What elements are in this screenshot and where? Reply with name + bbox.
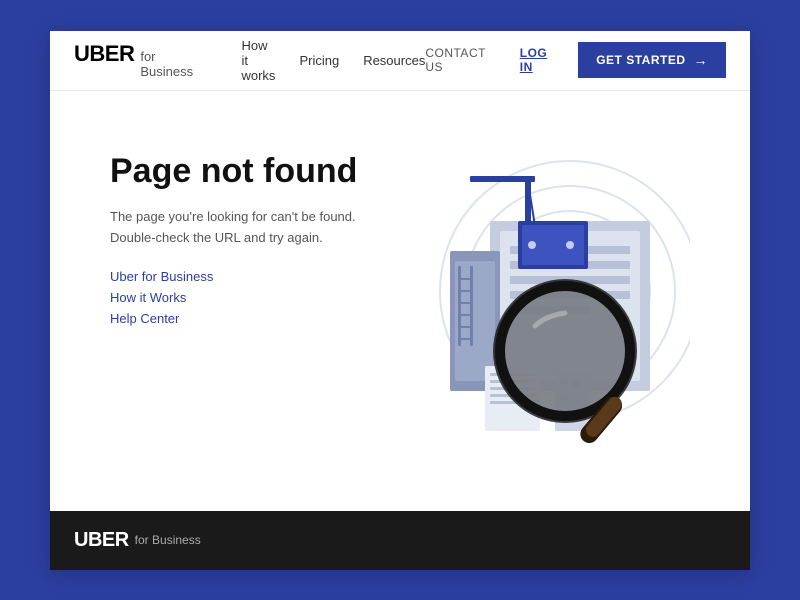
footer-logo-uber: UBER: [74, 529, 129, 552]
footer: UBER for Business: [50, 511, 750, 570]
nav-how-it-works[interactable]: How it works: [241, 38, 275, 83]
contact-us-link[interactable]: CONTACT US: [425, 46, 503, 74]
page-description: The page you're looking for can't be fou…: [110, 207, 370, 249]
outer-container: UBER for Business How it works Pricing R…: [40, 21, 760, 580]
nav-pricing[interactable]: Pricing: [299, 53, 339, 68]
nav-resources[interactable]: Resources: [363, 53, 425, 68]
main-card: UBER for Business How it works Pricing R…: [50, 31, 750, 570]
logo-for-business: for Business: [140, 49, 209, 79]
logo-area: UBER for Business: [74, 41, 209, 79]
link-help-center[interactable]: Help Center: [110, 311, 370, 326]
404-illustration: [370, 131, 690, 451]
links-section: Uber for Business How it Works Help Cent…: [110, 269, 370, 326]
logo-uber: UBER: [74, 41, 134, 67]
text-section: Page not found The page you're looking f…: [110, 131, 370, 451]
illustration-section: [370, 131, 690, 451]
page-title: Page not found: [110, 151, 370, 192]
footer-for-business: for Business: [135, 533, 201, 547]
main-nav: How it works Pricing Resources: [241, 38, 425, 83]
main-content: Page not found The page you're looking f…: [50, 91, 750, 511]
arrow-icon: →: [694, 52, 709, 68]
link-uber-for-business[interactable]: Uber for Business: [110, 269, 370, 284]
get-started-button[interactable]: GET STARTED →: [578, 42, 726, 78]
link-how-it-works[interactable]: How it Works: [110, 290, 370, 305]
log-in-link[interactable]: LOG IN: [520, 46, 562, 74]
header-right: CONTACT US LOG IN GET STARTED →: [425, 42, 726, 78]
header: UBER for Business How it works Pricing R…: [50, 31, 750, 91]
